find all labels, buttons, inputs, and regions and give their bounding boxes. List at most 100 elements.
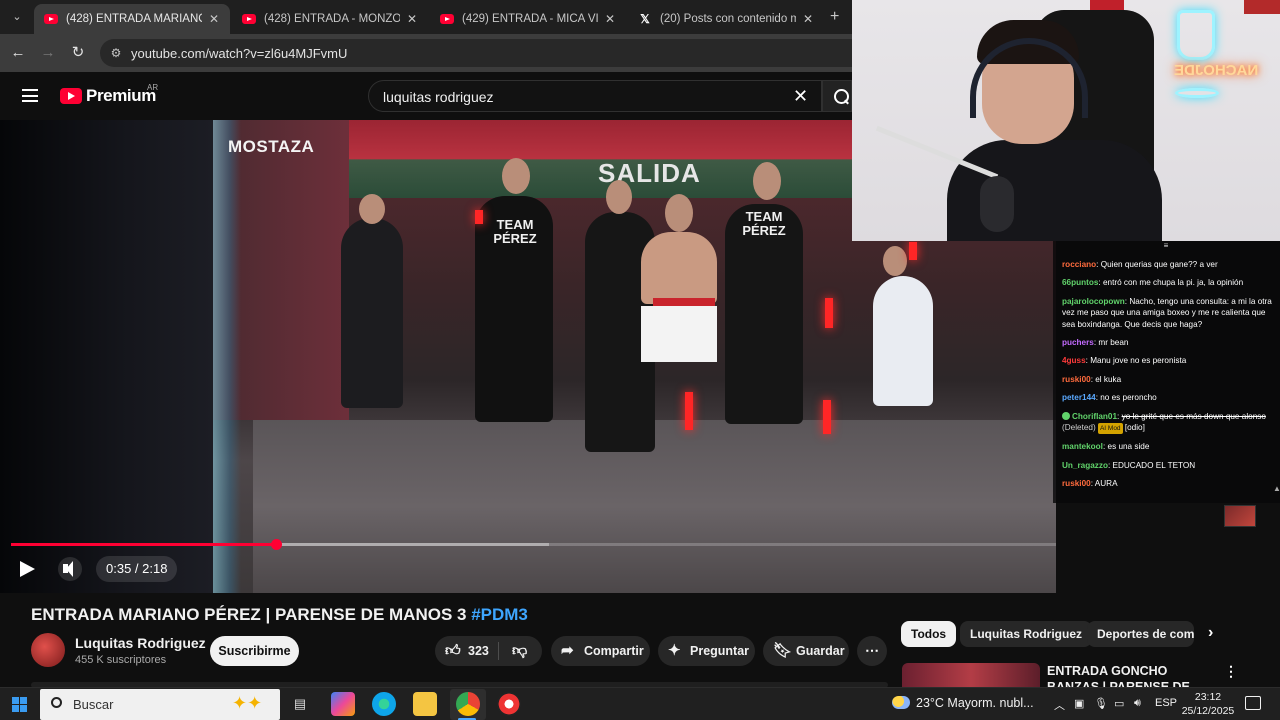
- more-actions-icon[interactable]: ⋯: [857, 636, 887, 666]
- chat-username[interactable]: pajarolocopown: [1062, 297, 1125, 306]
- forward-arrow-icon[interactable]: →: [39, 44, 57, 62]
- chat-message: mantekool: es una side: [1062, 442, 1150, 452]
- chat-drag-handle-icon[interactable]: ≡: [1161, 242, 1171, 250]
- play-icon[interactable]: [20, 557, 36, 581]
- search-input[interactable]: luquitas rodriguez ✕: [368, 80, 822, 112]
- stream-thumbnail: [1224, 505, 1256, 527]
- browser-tab-2[interactable]: (428) ENTRADA - MONZÓN | PA ✕: [232, 4, 428, 34]
- chat-username[interactable]: peter144: [1062, 393, 1096, 402]
- chevron-right-icon[interactable]: ›: [1208, 624, 1213, 642]
- chip-combat-sports[interactable]: Deportes de combate: [1087, 621, 1194, 647]
- seek-bar[interactable]: [11, 539, 1056, 550]
- chat-username[interactable]: 4guss: [1062, 356, 1086, 365]
- taskbar-search-placeholder: Buscar: [73, 697, 114, 712]
- chat-message: rocciano: Quien querias que gane?? a ver: [1062, 260, 1218, 269]
- chat-message: Choriflan01: yo le grité que es más down…: [1062, 411, 1274, 435]
- volume-icon[interactable]: [58, 557, 82, 581]
- chat-text: EDUCADO EL TETON: [1112, 460, 1196, 470]
- speaker-icon[interactable]: 🔊︎: [1134, 697, 1141, 710]
- task-view-icon[interactable]: ▤: [288, 692, 312, 716]
- close-tab-icon[interactable]: ✕: [206, 12, 222, 26]
- close-tab-icon[interactable]: ✕: [404, 12, 420, 26]
- tray-chevron-up-icon[interactable]: ︿: [1054, 697, 1065, 713]
- premium-logo-text[interactable]: Premium: [86, 86, 156, 106]
- chat-username[interactable]: Choriflan01: [1072, 412, 1117, 421]
- related-more-icon[interactable]: ⋮: [1224, 663, 1238, 680]
- close-tab-icon[interactable]: ✕: [800, 12, 816, 26]
- tray-app-icon[interactable]: ▣: [1074, 697, 1084, 710]
- close-tab-icon[interactable]: ✕: [602, 12, 618, 26]
- browser-tab-1[interactable]: (428) ENTRADA MARIANO PÉREZ ✕: [34, 4, 230, 34]
- chrome-icon[interactable]: [456, 692, 480, 716]
- search-button[interactable]: [822, 80, 852, 112]
- back-arrow-icon[interactable]: ←: [9, 44, 27, 62]
- search-query-text[interactable]: luquitas rodriguez: [383, 89, 494, 105]
- youtube-icon: [242, 14, 256, 24]
- clear-search-icon[interactable]: ✕: [793, 86, 808, 107]
- like-thumb-icon[interactable]: 👍︎: [445, 636, 461, 666]
- youtube-logo-icon[interactable]: [60, 88, 82, 104]
- windows-start-icon[interactable]: [12, 697, 27, 712]
- new-tab-icon[interactable]: +: [830, 8, 839, 26]
- chat-username[interactable]: 66puntos: [1062, 278, 1098, 287]
- chat-username[interactable]: ruski00: [1062, 375, 1091, 384]
- neon-sign-logo: NACHOJDE: [1174, 62, 1259, 79]
- microphone-icon: [980, 176, 1014, 232]
- chat-text: no es peroncho: [1100, 393, 1157, 403]
- chat-text: Quien querias que gane?? a ver: [1100, 260, 1218, 269]
- chat-message: 66puntos: entró con me chupa la pi. ja, …: [1062, 278, 1244, 288]
- deleted-label: (Deleted): [1062, 423, 1098, 433]
- save-button[interactable]: 🔖︎ Guardar: [763, 636, 849, 666]
- played-bar: [11, 543, 276, 546]
- browser-tab-strip: ⌄ (428) ENTRADA MARIANO PÉREZ ✕ (428) EN…: [0, 0, 852, 34]
- notifications-icon[interactable]: [1245, 696, 1261, 710]
- share-button[interactable]: ➦ Compartir: [551, 636, 650, 666]
- streamer-webcam: NACHOJDE: [852, 0, 1280, 241]
- taskbar-search-input[interactable]: Buscar ✦✦: [40, 689, 280, 720]
- hashtag-link[interactable]: #PDM3: [471, 605, 528, 624]
- dislike-thumb-icon[interactable]: 👎︎: [512, 636, 527, 666]
- chat-username[interactable]: Un_ragazzo: [1062, 461, 1108, 470]
- chat-text: AURA: [1094, 479, 1118, 489]
- seek-handle[interactable]: [271, 539, 282, 550]
- scroll-indicator-icon: ▲: [1273, 484, 1280, 493]
- network-icon[interactable]: ▭: [1114, 697, 1124, 710]
- related-video-thumbnail[interactable]: [902, 663, 1040, 687]
- language-indicator[interactable]: ESP: [1155, 697, 1177, 709]
- microphone-tray-icon[interactable]: 🎙︎: [1094, 697, 1108, 710]
- windows-taskbar: Buscar ✦✦ ▤ 23°C Mayorm. nubl... ︿ ▣ 🎙︎ …: [0, 687, 1280, 720]
- chip-all[interactable]: Todos: [901, 621, 957, 647]
- file-explorer-icon[interactable]: [413, 692, 437, 716]
- obs-icon[interactable]: [497, 692, 521, 716]
- site-info-icon[interactable]: ⚙: [108, 45, 124, 61]
- channel-name[interactable]: Luquitas Rodriguez: [75, 635, 206, 651]
- browser-tab-3[interactable]: (429) ENTRADA - MICA VICIC ✕: [430, 4, 626, 34]
- chat-text: yo le grité que es más down que alonso: [1121, 411, 1266, 421]
- neon-sign-icon: [1177, 10, 1215, 60]
- team-shirt-text: TEAM PÉREZ: [742, 209, 786, 238]
- reload-icon[interactable]: ↻: [69, 44, 87, 62]
- browser-tab-4[interactable]: 𝕏 (20) Posts con contenido multim ✕: [628, 4, 824, 34]
- tab-search-chevron-icon[interactable]: ⌄: [8, 9, 26, 25]
- chip-channel[interactable]: Luquitas Rodriguez: [960, 621, 1092, 647]
- url-text[interactable]: youtube.com/watch?v=zl6u4MJFvmU: [131, 46, 347, 61]
- url-field[interactable]: ⚙ youtube.com/watch?v=zl6u4MJFvmU: [100, 39, 852, 67]
- team-shirt-text: TEAM PÉREZ: [493, 217, 537, 246]
- like-count[interactable]: 323: [468, 636, 489, 666]
- taskbar-clock[interactable]: 23:12 25/12/2025: [1180, 690, 1236, 718]
- tab-title: (428) ENTRADA - MONZÓN | PA: [264, 13, 400, 25]
- chat-username[interactable]: puchers: [1062, 338, 1094, 347]
- chat-username[interactable]: ruski00: [1062, 479, 1091, 488]
- subscribe-button[interactable]: Suscribirme: [210, 636, 299, 666]
- video-title: ENTRADA MARIANO PÉREZ | PARENSE DE MANOS…: [31, 605, 528, 624]
- chat-username[interactable]: rocciano: [1062, 260, 1096, 269]
- weather-widget[interactable]: 23°C Mayorm. nubl...: [892, 696, 1034, 710]
- chat-username[interactable]: mantekool: [1062, 442, 1103, 451]
- chat-message: 4guss: Manu jove no es peronista: [1062, 356, 1187, 366]
- copilot-icon[interactable]: [331, 692, 355, 716]
- edge-icon[interactable]: [372, 692, 396, 716]
- ask-button[interactable]: ✦ Preguntar: [658, 636, 755, 666]
- chat-message: ruski00: AURA: [1062, 479, 1118, 489]
- menu-icon[interactable]: [22, 89, 38, 102]
- channel-avatar[interactable]: [31, 633, 65, 667]
